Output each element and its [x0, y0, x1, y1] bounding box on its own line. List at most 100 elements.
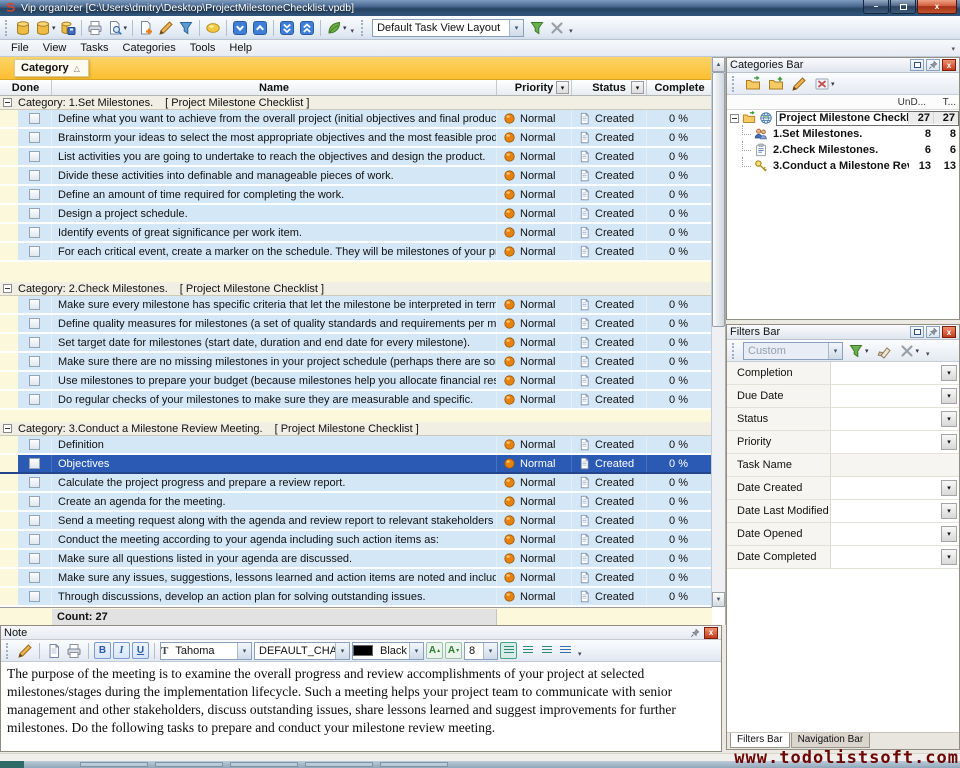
pin-panel-button[interactable]: [688, 627, 702, 639]
close-button[interactable]: x: [917, 0, 957, 14]
dropdown-arrow-icon[interactable]: ▾: [831, 80, 835, 88]
task-row[interactable]: Set target date for milestones (start da…: [0, 334, 712, 353]
edit-category-icon[interactable]: [789, 74, 809, 94]
menu-view[interactable]: View: [36, 41, 74, 55]
category-tree-item[interactable]: 1.Set Milestones.88: [727, 126, 959, 142]
filter-dropdown-button[interactable]: ▾: [941, 411, 957, 427]
delete-task-icon[interactable]: [176, 18, 196, 38]
filter-value[interactable]: [831, 431, 939, 453]
filter-value[interactable]: [831, 408, 939, 430]
toolbar-overflow-icon[interactable]: ▾: [569, 27, 573, 35]
status-filter-button[interactable]: ▾: [631, 81, 644, 94]
move-down-icon[interactable]: [230, 18, 250, 38]
toolbar-overflow-icon[interactable]: ▾: [926, 350, 930, 358]
task-checkbox[interactable]: [29, 515, 40, 526]
category-tree-item[interactable]: Project Milestone Checklist2727: [727, 110, 959, 126]
pin-panel-button[interactable]: [926, 59, 940, 71]
column-header-name[interactable]: Name: [52, 80, 497, 95]
chevron-down-icon[interactable]: ▾: [335, 643, 349, 659]
task-row[interactable]: List activities you are going to underta…: [0, 148, 712, 167]
task-checkbox[interactable]: [29, 318, 40, 329]
filter-dropdown-button[interactable]: ▾: [941, 526, 957, 542]
total-column-header[interactable]: T...: [926, 97, 956, 108]
tab-navigation-bar[interactable]: Navigation Bar: [791, 733, 871, 748]
task-checkbox[interactable]: [29, 246, 40, 257]
task-checkbox[interactable]: [29, 458, 40, 469]
menu-tasks[interactable]: Tasks: [73, 41, 115, 55]
font-select[interactable]: T Tahoma ▾: [160, 642, 252, 660]
pin-panel-button[interactable]: [926, 326, 940, 338]
dropdown-arrow-icon[interactable]: ▾: [343, 24, 347, 32]
column-header-priority[interactable]: Priority▾: [497, 80, 572, 95]
task-checkbox[interactable]: [29, 534, 40, 545]
task-checkbox[interactable]: [29, 170, 40, 181]
task-row[interactable]: Brainstorm your ideas to select the most…: [0, 129, 712, 148]
undone-column-header[interactable]: UnD...: [896, 97, 926, 108]
chevron-down-icon[interactable]: ▾: [237, 643, 251, 659]
delete-category-icon[interactable]: ▾: [812, 74, 837, 94]
minimize-button[interactable]: –: [863, 0, 889, 14]
menu-file[interactable]: File: [4, 41, 36, 55]
task-checkbox[interactable]: [29, 337, 40, 348]
task-row[interactable]: ObjectivesNormalCreated0 %: [0, 455, 712, 474]
page-setup-icon[interactable]: [45, 642, 63, 659]
note-text[interactable]: The purpose of the meeting is to examine…: [1, 662, 721, 740]
filter-value[interactable]: [831, 546, 939, 568]
shrink-font-button[interactable]: A▾: [445, 642, 462, 659]
tab-filters-bar[interactable]: Filters Bar: [730, 733, 790, 748]
add-task-icon[interactable]: [136, 18, 156, 38]
print-icon[interactable]: [85, 18, 105, 38]
task-row[interactable]: Make sure all questions listed in your a…: [0, 550, 712, 569]
chevron-down-icon[interactable]: ▾: [483, 643, 497, 659]
task-checkbox[interactable]: [29, 572, 40, 583]
task-checkbox[interactable]: [29, 375, 40, 386]
close-panel-button[interactable]: x: [942, 59, 956, 71]
font-size-select[interactable]: 8 ▾: [464, 642, 498, 660]
close-panel-button[interactable]: x: [704, 627, 718, 639]
menu-categories[interactable]: Categories: [116, 41, 183, 55]
bold-button[interactable]: B: [94, 642, 111, 659]
bullet-list-button[interactable]: [557, 642, 574, 659]
move-to-category-icon[interactable]: [743, 74, 763, 94]
dropdown-arrow-icon[interactable]: ▾: [52, 24, 56, 32]
new-database-icon[interactable]: [13, 18, 33, 38]
charset-select[interactable]: DEFAULT_CHAR ▾: [254, 642, 350, 660]
edit-task-icon[interactable]: [156, 18, 176, 38]
delete-filter-icon[interactable]: ▾: [897, 341, 922, 361]
filter-value[interactable]: [831, 477, 939, 499]
save-layout-icon[interactable]: [527, 18, 547, 38]
dropdown-arrow-icon[interactable]: ▾: [865, 347, 869, 355]
filter-dropdown-button[interactable]: ▾: [941, 480, 957, 496]
filter-dropdown-button[interactable]: ▾: [941, 549, 957, 565]
task-row[interactable]: For each critical event, create a marker…: [0, 243, 712, 262]
italic-button[interactable]: I: [113, 642, 130, 659]
task-row[interactable]: DefinitionNormalCreated0 %: [0, 436, 712, 455]
chevron-down-icon[interactable]: ▾: [409, 643, 423, 659]
chevron-down-icon[interactable]: ▾: [828, 343, 842, 359]
move-up-icon[interactable]: [250, 18, 270, 38]
task-checkbox[interactable]: [29, 189, 40, 200]
maximize-button[interactable]: [890, 0, 916, 14]
align-right-button[interactable]: [538, 642, 555, 659]
category-group-header[interactable]: Category: 1.Set Milestones.[ Project Mil…: [0, 96, 712, 110]
print-preview-icon[interactable]: ▾: [105, 18, 130, 38]
clear-filter-icon[interactable]: [874, 341, 894, 361]
task-checkbox[interactable]: [29, 113, 40, 124]
filter-value[interactable]: [831, 385, 939, 407]
open-database-icon[interactable]: ▾: [33, 18, 58, 38]
collapse-icon[interactable]: [3, 284, 12, 293]
move-bottom-icon[interactable]: [277, 18, 297, 38]
menu-help[interactable]: Help: [222, 41, 259, 55]
collapse-icon[interactable]: [3, 424, 12, 433]
filter-dropdown-button[interactable]: ▾: [941, 388, 957, 404]
filter-preset-select[interactable]: Custom ▾: [743, 342, 843, 360]
task-row[interactable]: Create an agenda for the meeting.NormalC…: [0, 493, 712, 512]
task-checkbox[interactable]: [29, 394, 40, 405]
underline-button[interactable]: U: [132, 642, 149, 659]
filter-value[interactable]: [831, 523, 939, 545]
task-row[interactable]: Through discussions, develop an action p…: [0, 588, 712, 607]
task-row[interactable]: Identify events of great significance pe…: [0, 224, 712, 243]
task-checkbox[interactable]: [29, 496, 40, 507]
toolbar-overflow-icon[interactable]: ▾: [578, 650, 582, 658]
task-row[interactable]: Divide these activities into definable a…: [0, 167, 712, 186]
